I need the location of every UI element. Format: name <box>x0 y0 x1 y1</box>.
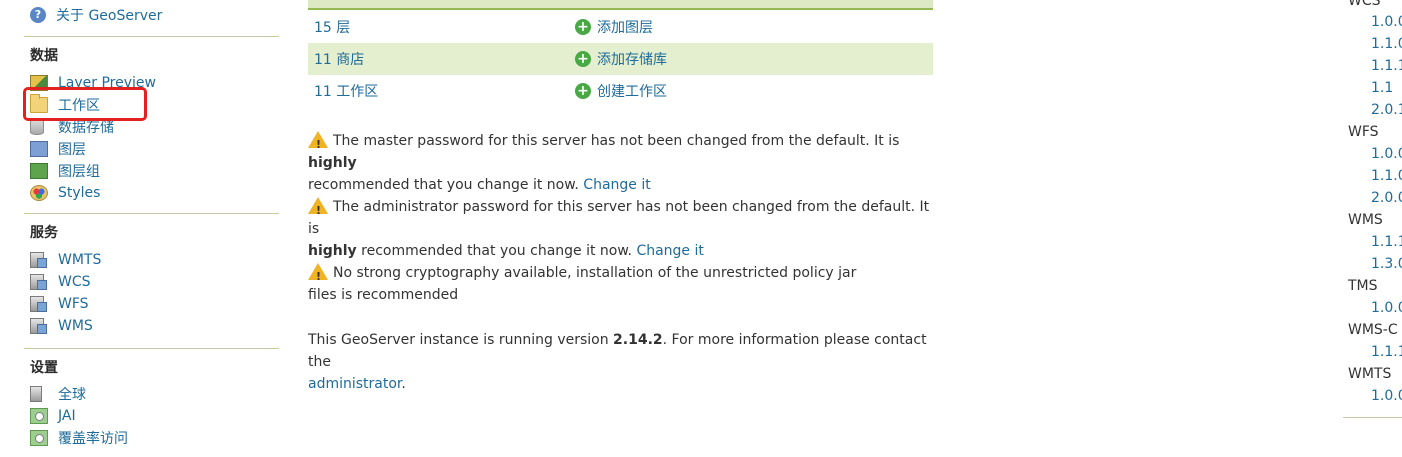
wfs-version-link[interactable]: 2.0.0 <box>1371 190 1402 206</box>
server-icon <box>30 296 47 312</box>
layer-icon <box>30 141 48 157</box>
sidebar-item-layers[interactable]: 图层 <box>30 139 86 159</box>
change-master-password-link[interactable]: Change it <box>583 177 650 193</box>
wcs-version-link[interactable]: 1.1 <box>1371 80 1393 96</box>
sidebar-divider <box>24 348 279 349</box>
server-icon <box>30 274 47 290</box>
summary-row-stores: 11 商店 + 添加存储库 <box>308 43 933 75</box>
summary-table-header <box>308 0 933 10</box>
palette-icon <box>30 185 48 201</box>
sidebar-item-label: 全球 <box>58 387 86 403</box>
add-store-button[interactable]: + 添加存储库 <box>575 49 667 69</box>
plus-circle-icon: + <box>575 19 591 35</box>
sidebar-item-styles[interactable]: Styles <box>30 183 100 203</box>
sidebar-item-label: JAI <box>58 408 76 424</box>
wcs-version-link[interactable]: 2.0.1 <box>1371 102 1402 118</box>
store-count-link[interactable]: 11 商店 <box>314 49 364 69</box>
warning-text: No strong cryptography available, instal… <box>308 265 857 303</box>
layer-count-link[interactable]: 15 层 <box>314 17 350 37</box>
plus-circle-icon: + <box>575 51 591 67</box>
sidebar-item-label: 图层 <box>58 142 86 158</box>
database-icon <box>30 119 44 135</box>
add-layer-button[interactable]: + 添加图层 <box>575 17 653 37</box>
create-workspace-label: 创建工作区 <box>597 84 667 100</box>
service-name-wms: WMS <box>1348 212 1383 228</box>
warning-text-tail: recommended that you change it now. <box>308 177 579 193</box>
warning-icon <box>308 263 328 288</box>
sidebar-item-global[interactable]: 全球 <box>30 384 86 404</box>
sidebar-item-layer-groups[interactable]: 图层组 <box>30 161 100 181</box>
version-end: . <box>401 376 406 392</box>
tms-version-link[interactable]: 1.0.0 <box>1371 300 1402 316</box>
sidebar-item-label: WFS <box>58 296 89 312</box>
warning-icon <box>308 197 328 222</box>
wcs-version-link[interactable]: 1.0.0 <box>1371 14 1402 30</box>
sidebar-item-wmts[interactable]: WMTS <box>30 250 101 270</box>
wfs-version-link[interactable]: 1.0.0 <box>1371 146 1402 162</box>
sidebar-item-coverage-access[interactable]: 覆盖率访问 <box>30 428 128 448</box>
server-icon <box>30 386 42 402</box>
add-layer-label: 添加图层 <box>597 20 653 36</box>
plus-circle-icon: + <box>575 83 591 99</box>
server-icon <box>30 252 47 268</box>
master-password-warning: The master password for this server has … <box>308 130 933 196</box>
sidebar-item-label: Styles <box>58 185 101 201</box>
sidebar-divider <box>24 213 279 214</box>
summary-row-workspaces: 11 工作区 + 创建工作区 <box>308 75 933 107</box>
sidebar-item-label: WCS <box>58 274 91 290</box>
warning-text: The administrator password for this serv… <box>308 199 930 237</box>
jai-icon <box>30 408 48 424</box>
create-workspace-button[interactable]: + 创建工作区 <box>575 81 667 101</box>
server-icon <box>30 318 47 334</box>
highlight-box <box>23 87 147 121</box>
coverage-icon <box>30 430 48 446</box>
summary-row-layers: 15 层 + 添加图层 <box>308 11 933 43</box>
wmts-version-link[interactable]: 1.0.0 <box>1371 388 1402 404</box>
version-info: This GeoServer instance is running versi… <box>308 329 933 395</box>
wms-version-link[interactable]: 1.1.1 <box>1371 234 1402 250</box>
warning-emphasis: highly <box>308 155 357 171</box>
workspace-count-link[interactable]: 11 工作区 <box>314 81 378 101</box>
section-title-data: 数据 <box>30 48 58 64</box>
add-store-label: 添加存储库 <box>597 52 667 68</box>
section-title-services: 服务 <box>30 225 58 241</box>
sidebar-divider <box>24 36 279 37</box>
section-title-settings: 设置 <box>30 360 58 376</box>
layer-group-icon <box>30 163 48 179</box>
sidebar-item-label: 覆盖率访问 <box>58 431 128 447</box>
sidebar-item-jai[interactable]: JAI <box>30 406 76 426</box>
wms-c-version-link[interactable]: 1.1.1 <box>1371 344 1402 360</box>
sidebar-item-about[interactable]: ? 关于 GeoServer <box>30 5 162 25</box>
wcs-version-link[interactable]: 1.1.0 <box>1371 36 1402 52</box>
administrator-contact-link[interactable]: administrator <box>308 376 401 392</box>
sidebar-item-label: WMTS <box>58 252 102 268</box>
service-name-wms-c: WMS-C <box>1348 322 1398 338</box>
cryptography-warning: No strong cryptography available, instal… <box>308 262 888 306</box>
service-capabilities-panel: WCS 1.0.0 1.1.0 1.1.1 1.1 2.0.1 WFS 1.0.… <box>1343 0 1402 457</box>
version-prefix: This GeoServer instance is running versi… <box>308 332 609 348</box>
sidebar-item-wfs[interactable]: WFS <box>30 294 89 314</box>
service-name-wfs: WFS <box>1348 124 1379 140</box>
wcs-version-link[interactable]: 1.1.1 <box>1371 58 1402 74</box>
info-icon: ? <box>30 7 46 23</box>
sidebar-item-wcs[interactable]: WCS <box>30 272 91 292</box>
sidebar-item-label: WMS <box>58 318 93 334</box>
service-name-wcs: WCS <box>1348 0 1381 9</box>
service-name-wmts: WMTS <box>1348 366 1392 382</box>
sidebar-item-label: 关于 GeoServer <box>56 8 163 24</box>
sidebar-item-label: 图层组 <box>58 164 100 180</box>
sidebar: ? 关于 GeoServer 数据 Layer Preview 工作区 数据存储… <box>0 0 300 457</box>
admin-password-warning: The administrator password for this serv… <box>308 196 933 262</box>
wfs-version-link[interactable]: 1.1.0 <box>1371 168 1402 184</box>
warning-emphasis: highly <box>308 243 357 259</box>
version-number: 2.14.2 <box>613 332 663 348</box>
warning-text: The master password for this server has … <box>333 133 900 149</box>
warning-icon <box>308 131 328 156</box>
service-name-tms: TMS <box>1348 278 1378 294</box>
wms-version-link[interactable]: 1.3.0 <box>1371 256 1402 272</box>
sidebar-item-wms[interactable]: WMS <box>30 316 93 336</box>
panel-divider <box>1343 417 1402 418</box>
change-admin-password-link[interactable]: Change it <box>636 243 703 259</box>
warning-text-tail: recommended that you change it now. <box>361 243 632 259</box>
